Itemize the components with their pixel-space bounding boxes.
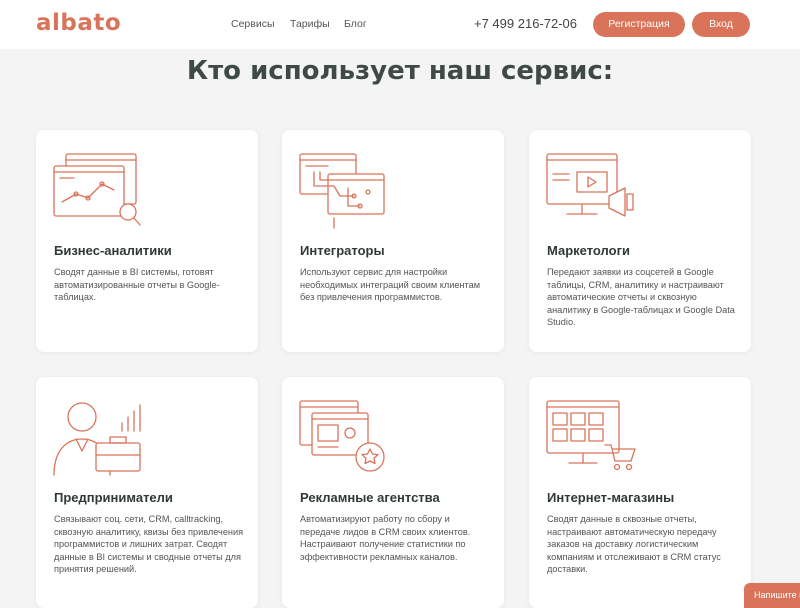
card-title: Рекламные агентства <box>300 490 440 505</box>
card-text: Сводят данные в BI системы, готовят авто… <box>54 267 220 303</box>
card-text: Связывают соц. сети, CRM, calltracking, … <box>54 514 244 575</box>
card-integrators: Интеграторы Используют сервис для настро… <box>282 130 504 352</box>
card-text: Автоматизируют работу по сбору и передач… <box>300 514 471 562</box>
card-entrepreneurs: Предприниматели Связывают соц. сети, CRM… <box>36 377 258 608</box>
card-title: Интернет-магазины <box>547 490 675 505</box>
agency-icon <box>299 400 385 472</box>
logo[interactable]: albato <box>36 10 121 36</box>
marketing-icon <box>546 153 634 217</box>
phone-number[interactable]: +7 499 216-72-06 <box>474 16 577 31</box>
card-text: Используют сервис для настройки необходи… <box>300 267 481 303</box>
entrepreneur-icon <box>53 402 141 476</box>
card-title: Бизнес-аналитики <box>54 243 172 258</box>
card-business-analysts: Бизнес-аналитики Сводят данные в BI сист… <box>36 130 258 352</box>
nav-link-pricing[interactable]: Тарифы <box>290 18 330 30</box>
ecommerce-icon <box>546 400 636 471</box>
integration-icon <box>299 153 385 229</box>
card-title: Маркетологи <box>547 243 630 258</box>
card-title: Предприниматели <box>54 490 173 505</box>
card-marketers: Маркетологи Передают заявки из соцсетей … <box>529 130 751 352</box>
card-online-stores: Интернет-магазины Сводят данные в сквозн… <box>529 377 751 608</box>
card-ad-agencies: Рекламные агентства Автоматизируют работ… <box>282 377 504 608</box>
nav-link-services[interactable]: Сервисы <box>231 18 275 30</box>
card-title: Интеграторы <box>300 243 385 258</box>
chat-button[interactable]: Напишите нам <box>744 583 800 608</box>
register-button[interactable]: Регистрация <box>593 12 685 37</box>
login-button[interactable]: Вход <box>692 12 750 37</box>
card-text: Сводят данные в сквозные отчеты, настраи… <box>547 514 721 575</box>
analytics-icon <box>53 153 141 226</box>
header: albato Сервисы Тарифы Блог +7 499 216-72… <box>0 0 800 49</box>
card-text: Передают заявки из соцсетей в Google таб… <box>547 267 735 328</box>
nav-link-blog[interactable]: Блог <box>344 18 367 30</box>
section-title: Кто использует наш сервис: <box>186 56 614 86</box>
